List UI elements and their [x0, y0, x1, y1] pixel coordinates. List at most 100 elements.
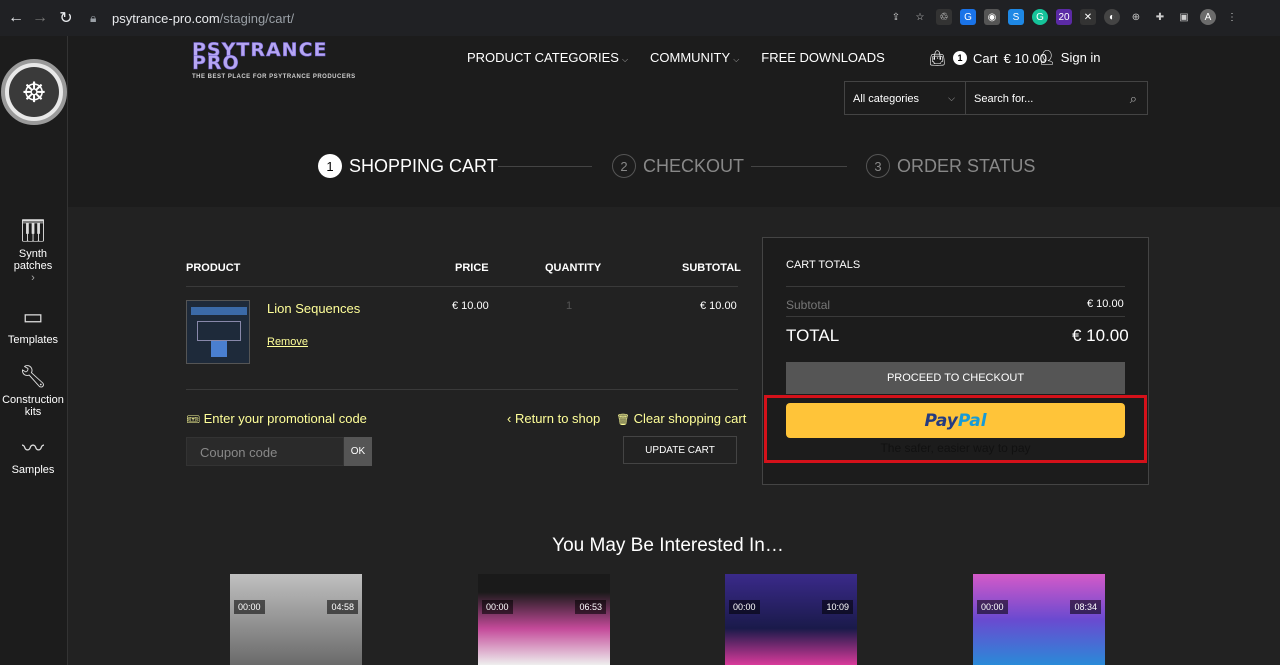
- related-product-artwork: [478, 574, 610, 665]
- step-number: 2: [612, 154, 636, 178]
- sign-in-label: Sign in: [1060, 50, 1101, 65]
- related-products-title: You May Be Interested In…: [552, 535, 784, 556]
- totals-divider: [786, 316, 1125, 317]
- site-emblem[interactable]: ☸: [1, 59, 67, 125]
- cart-totals-title: CART TOTALS: [786, 259, 861, 271]
- nav-community[interactable]: COMMUNITY ⌵: [650, 50, 739, 65]
- forward-icon[interactable]: →: [30, 8, 50, 28]
- total-value: € 10.00: [1072, 326, 1129, 345]
- badge-extension-icon[interactable]: 20: [1056, 9, 1072, 25]
- column-header-product: PRODUCT: [186, 262, 241, 274]
- related-product-card[interactable]: 00:00 06:53: [478, 574, 610, 665]
- nav-label: FREE DOWNLOADS: [761, 50, 885, 65]
- column-header-quantity: QUANTITY: [545, 262, 602, 274]
- circle-extension-icon[interactable]: ◐: [1104, 9, 1120, 25]
- sidebar-item-construction-kits[interactable]: 🔧︎ Construction kits: [0, 362, 66, 418]
- track-start-time: 00:00: [234, 600, 265, 614]
- search-icon[interactable]: ⌕: [1130, 91, 1137, 107]
- paypal-logo-pal: Pal: [957, 410, 987, 431]
- track-duration: 10:09: [822, 600, 853, 614]
- nav-label: COMMUNITY: [650, 50, 731, 65]
- clear-cart-link[interactable]: 🗑︎ Clear shopping cart: [616, 411, 746, 426]
- chevron-right-icon: ›: [31, 272, 35, 284]
- s-extension-icon[interactable]: S: [1008, 9, 1024, 25]
- camera-extension-icon[interactable]: ◉: [984, 9, 1000, 25]
- product-thumbnail[interactable]: [186, 300, 250, 364]
- paypal-button[interactable]: Pay Pal: [786, 403, 1125, 438]
- step-divider: [498, 166, 592, 167]
- search-input[interactable]: Search for... ⌕: [966, 82, 1147, 114]
- grammarly-extension-icon[interactable]: G: [1032, 9, 1048, 25]
- url-path: /staging/cart/: [219, 10, 295, 26]
- update-cart-button[interactable]: UPDATE CART: [623, 436, 737, 464]
- chevron-down-icon: ⌵: [733, 55, 740, 64]
- kebab-menu-icon[interactable]: ⋮: [1224, 9, 1240, 25]
- return-label: Return to shop: [514, 411, 601, 426]
- table-divider: [186, 389, 738, 390]
- waveform-icon: 〰: [21, 436, 44, 461]
- sidebar-item-samples[interactable]: 〰 Samples: [0, 432, 66, 476]
- track-duration: 04:58: [327, 600, 358, 614]
- sidebar-toggle-icon[interactable]: ▣: [1176, 9, 1192, 25]
- column-header-subtotal: SUBTOTAL: [682, 262, 741, 274]
- x-extension-icon[interactable]: ✕: [1080, 9, 1096, 25]
- header-cart[interactable]: 👜︎ 1 Cart € 10.00: [928, 49, 1047, 67]
- sidebar-item-templates[interactable]: ▭ Templates: [0, 302, 66, 346]
- nav-product-categories[interactable]: PRODUCT CATEGORIES ⌵: [467, 50, 628, 65]
- chevron-left-icon: ‹: [507, 411, 512, 426]
- keyboard-icon: 🎹︎: [19, 218, 47, 243]
- remove-item-link[interactable]: Remove: [267, 336, 308, 348]
- product-name-link[interactable]: Lion Sequences: [267, 301, 360, 316]
- address-bar[interactable]: 🔒︎ psytrance-pro.com/staging/cart/: [84, 4, 944, 32]
- chevron-down-icon: ⌵: [948, 93, 955, 103]
- sidebar-item-label: Samples: [11, 464, 55, 476]
- recycle-extension-icon[interactable]: ♲: [936, 9, 952, 25]
- url-domain: psytrance-pro.com: [112, 10, 220, 26]
- step-divider: [751, 166, 847, 167]
- trash-icon: 🗑︎: [616, 414, 630, 426]
- extension-tray: ⇪ ☆ ♲ G ◉ S G 20 ✕ ◐ ⊕ ✚ ▣ A ⋮: [888, 9, 1240, 25]
- step-label: SHOPPING CART: [349, 155, 498, 176]
- related-product-artwork: [973, 574, 1105, 665]
- sidebar-item-label: Templates: [7, 334, 59, 346]
- search-placeholder: Search for...: [974, 93, 1034, 105]
- sidebar-item-label: Synth patches: [13, 248, 53, 272]
- search-bar: All categories ⌵ Search for... ⌕: [844, 81, 1148, 115]
- nav-free-downloads[interactable]: FREE DOWNLOADS: [761, 50, 885, 65]
- proceed-to-checkout-button[interactable]: PROCEED TO CHECKOUT: [786, 362, 1125, 394]
- apply-coupon-button[interactable]: OK: [344, 437, 372, 466]
- puzzle-extensions-icon[interactable]: ✚: [1152, 9, 1168, 25]
- coupon-code-input[interactable]: Coupon code: [186, 437, 344, 466]
- return-to-shop-link[interactable]: ‹ Return to shop: [507, 411, 600, 426]
- sidebar-item-synth-patches[interactable]: 🎹︎ Synth patches ›: [0, 216, 66, 284]
- cart-count-badge: 1: [953, 51, 968, 65]
- related-product-card[interactable]: 00:00 08:34: [973, 574, 1105, 665]
- bookmark-star-icon[interactable]: ☆: [912, 9, 928, 25]
- paypal-tagline: The safer, easier way to pay: [880, 441, 1031, 455]
- related-product-card[interactable]: 00:00 04:58: [230, 574, 362, 665]
- total-label: TOTAL: [786, 326, 840, 345]
- quantity-input[interactable]: 1: [566, 300, 572, 312]
- sidebar-item-label: Construction kits: [2, 394, 64, 418]
- translate-extension-icon[interactable]: G: [960, 9, 976, 25]
- brand-logo[interactable]: PSYTRANCE PRO THE BEST PLACE FOR PSYTRAN…: [192, 40, 392, 80]
- search-category-select[interactable]: All categories ⌵: [845, 82, 966, 114]
- profile-avatar[interactable]: A: [1200, 9, 1216, 25]
- sign-in-link[interactable]: 👤︎ Sign in: [1038, 49, 1101, 66]
- cart-label: Cart: [973, 50, 998, 66]
- step-label: ORDER STATUS: [897, 155, 1036, 176]
- share-icon[interactable]: ⇪: [888, 9, 904, 25]
- promo-code-toggle[interactable]: 🎟︎ Enter your promotional code: [186, 411, 367, 426]
- globe-extension-icon[interactable]: ⊕: [1128, 9, 1144, 25]
- search-category-value: All categories: [853, 93, 920, 105]
- subtotal-label: Subtotal: [786, 298, 831, 312]
- profile-initial: A: [1204, 11, 1212, 23]
- related-product-card[interactable]: 00:00 10:09: [725, 574, 857, 665]
- wrench-icon: 🔧︎: [19, 364, 47, 389]
- monitor-icon: ▭: [22, 304, 44, 329]
- item-subtotal: € 10.00: [700, 300, 737, 312]
- user-icon: 👤︎: [1038, 49, 1056, 65]
- reload-icon[interactable]: ↻: [56, 8, 76, 28]
- back-icon[interactable]: ←: [6, 8, 26, 28]
- track-start-time: 00:00: [729, 600, 760, 614]
